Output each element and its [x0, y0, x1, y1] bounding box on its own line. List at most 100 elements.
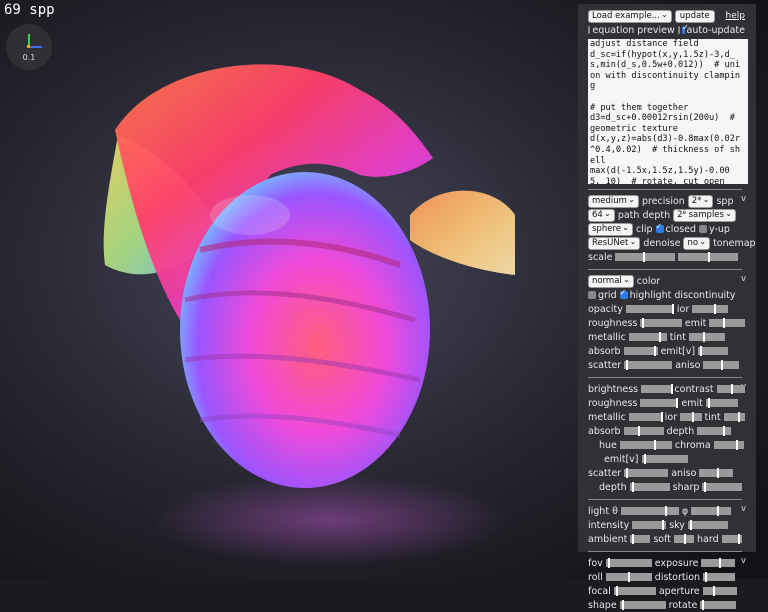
shape-slider[interactable]: [619, 600, 666, 610]
code-line: max(d(-1.5x,1.5z,1.5y)-0.00: [590, 166, 730, 177]
distortion-label: distortion: [654, 571, 701, 583]
scale-slider-2[interactable]: [678, 252, 739, 262]
control-panel: Load example... update help equation pre…: [578, 4, 756, 611]
path-depth-select[interactable]: 64: [588, 208, 615, 222]
axes-scale-label: 0.1: [22, 53, 36, 62]
post-depth2-slider[interactable]: [629, 482, 670, 492]
post-absorb-label: absorb: [588, 425, 621, 437]
code-line: geometric texture: [590, 123, 678, 134]
post-scatter-label: scatter: [588, 467, 622, 479]
ambient-slider[interactable]: [630, 534, 651, 544]
render-collapse-chevron[interactable]: v: [741, 194, 746, 204]
post-metallic-label: metallic: [588, 411, 626, 423]
post-aniso-slider[interactable]: [699, 468, 734, 478]
opacity-label: opacity: [588, 303, 623, 315]
closed-checkbox[interactable]: [655, 222, 664, 233]
ior-label: ior: [676, 303, 690, 315]
update-button[interactable]: update: [674, 9, 715, 23]
roughness-slider[interactable]: [640, 318, 682, 328]
soft-slider[interactable]: [674, 534, 695, 544]
distortion-slider[interactable]: [703, 572, 736, 582]
post-depth2-label: depth: [599, 481, 627, 493]
code-line: d_sc=if(hypot(x,y,1.5z)-3,d_: [590, 49, 735, 60]
tonemap-select[interactable]: no: [683, 236, 711, 250]
post-absorb-slider[interactable]: [623, 426, 664, 436]
aperture-slider[interactable]: [702, 586, 737, 596]
path-depth-label: path depth: [617, 209, 671, 221]
contrast-slider[interactable]: [716, 384, 745, 394]
auto-update-checkbox[interactable]: [682, 23, 690, 34]
post-tint-slider[interactable]: [723, 412, 745, 422]
metallic-slider[interactable]: [628, 332, 667, 342]
light-theta-label: light θ: [588, 505, 618, 517]
aniso-slider[interactable]: [703, 360, 740, 370]
scatter-slider[interactable]: [624, 360, 673, 370]
help-link[interactable]: help: [726, 11, 745, 21]
light-collapse-chevron[interactable]: v: [741, 504, 746, 514]
sky-slider[interactable]: [687, 520, 728, 530]
light-phi-slider[interactable]: [691, 506, 732, 516]
hue-slider[interactable]: [619, 440, 672, 450]
intensity-slider[interactable]: [632, 520, 667, 530]
scale-slider[interactable]: [615, 252, 676, 262]
opacity-slider[interactable]: [625, 304, 674, 314]
emit-v-slider[interactable]: [698, 346, 729, 356]
post-section: v brightnesscontrast roughnessemit metal…: [588, 382, 748, 494]
material-collapse-chevron[interactable]: v: [741, 274, 746, 284]
auto-update-label: auto-update: [686, 24, 745, 36]
tint-label: tint: [669, 331, 686, 343]
absorb-slider[interactable]: [623, 346, 658, 356]
equation-editor[interactable]: adjust distance field d_sc=if(hypot(x,y,1…: [588, 39, 748, 184]
equation-preview-checkbox[interactable]: [588, 26, 591, 34]
post-depth-slider[interactable]: [697, 426, 732, 436]
tint-slider[interactable]: [688, 332, 725, 342]
clip-label: clip: [635, 223, 653, 235]
hard-slider[interactable]: [721, 534, 742, 544]
axes-gizmo[interactable]: 0.1: [6, 24, 52, 70]
light-theta-slider[interactable]: [620, 506, 679, 516]
brightness-label: brightness: [588, 383, 639, 395]
divider: [588, 269, 742, 270]
y-up-checkbox[interactable]: [699, 225, 708, 233]
focal-slider[interactable]: [613, 586, 656, 596]
sharp-slider[interactable]: [702, 482, 743, 492]
spp-label: spp: [716, 195, 734, 207]
post-roughness-slider[interactable]: [640, 398, 679, 408]
samples-select[interactable]: 2⁸ samples: [673, 208, 736, 222]
fov-slider[interactable]: [605, 558, 652, 568]
spp-select[interactable]: 2*: [687, 194, 714, 208]
precision-select[interactable]: medium: [588, 194, 639, 208]
code-line: on with discontinuity clampin: [590, 70, 741, 81]
chroma-slider[interactable]: [713, 440, 744, 450]
camera-collapse-chevron[interactable]: v: [741, 556, 746, 566]
brightness-slider[interactable]: [641, 384, 674, 394]
roll-label: roll: [588, 571, 603, 583]
exposure-slider[interactable]: [701, 558, 736, 568]
absorb-label: absorb: [588, 345, 621, 357]
post-metallic-slider[interactable]: [628, 412, 663, 422]
post-emit-slider[interactable]: [705, 398, 738, 408]
rotate-label: rotate: [668, 599, 698, 611]
precision-label: precision: [641, 195, 685, 207]
fov-label: fov: [588, 557, 603, 569]
rotate-slider[interactable]: [700, 600, 737, 610]
material-section: v normal color grid highlight discontinu…: [588, 274, 748, 372]
highlight-discontinuity-label: highlight discontinuity: [629, 289, 736, 301]
load-example-select[interactable]: Load example...: [588, 9, 672, 23]
chroma-label: chroma: [674, 439, 711, 451]
color-mode-select[interactable]: normal: [588, 274, 634, 288]
post-emit-v-slider[interactable]: [641, 454, 688, 464]
color-label: color: [636, 275, 661, 287]
ior-slider[interactable]: [692, 304, 729, 314]
grid-checkbox[interactable]: [588, 291, 596, 299]
post-emit-label: emit: [681, 397, 703, 409]
metallic-label: metallic: [588, 331, 626, 343]
denoise-select[interactable]: ResUNet: [588, 236, 641, 250]
highlight-discontinuity-checkbox[interactable]: [619, 288, 628, 299]
extra-checkbox[interactable]: [677, 26, 681, 34]
post-scatter-slider[interactable]: [624, 468, 669, 478]
clip-select[interactable]: sphere: [588, 222, 633, 236]
post-ior-slider[interactable]: [680, 412, 702, 422]
emit-slider[interactable]: [709, 318, 745, 328]
roll-slider[interactable]: [605, 572, 652, 582]
